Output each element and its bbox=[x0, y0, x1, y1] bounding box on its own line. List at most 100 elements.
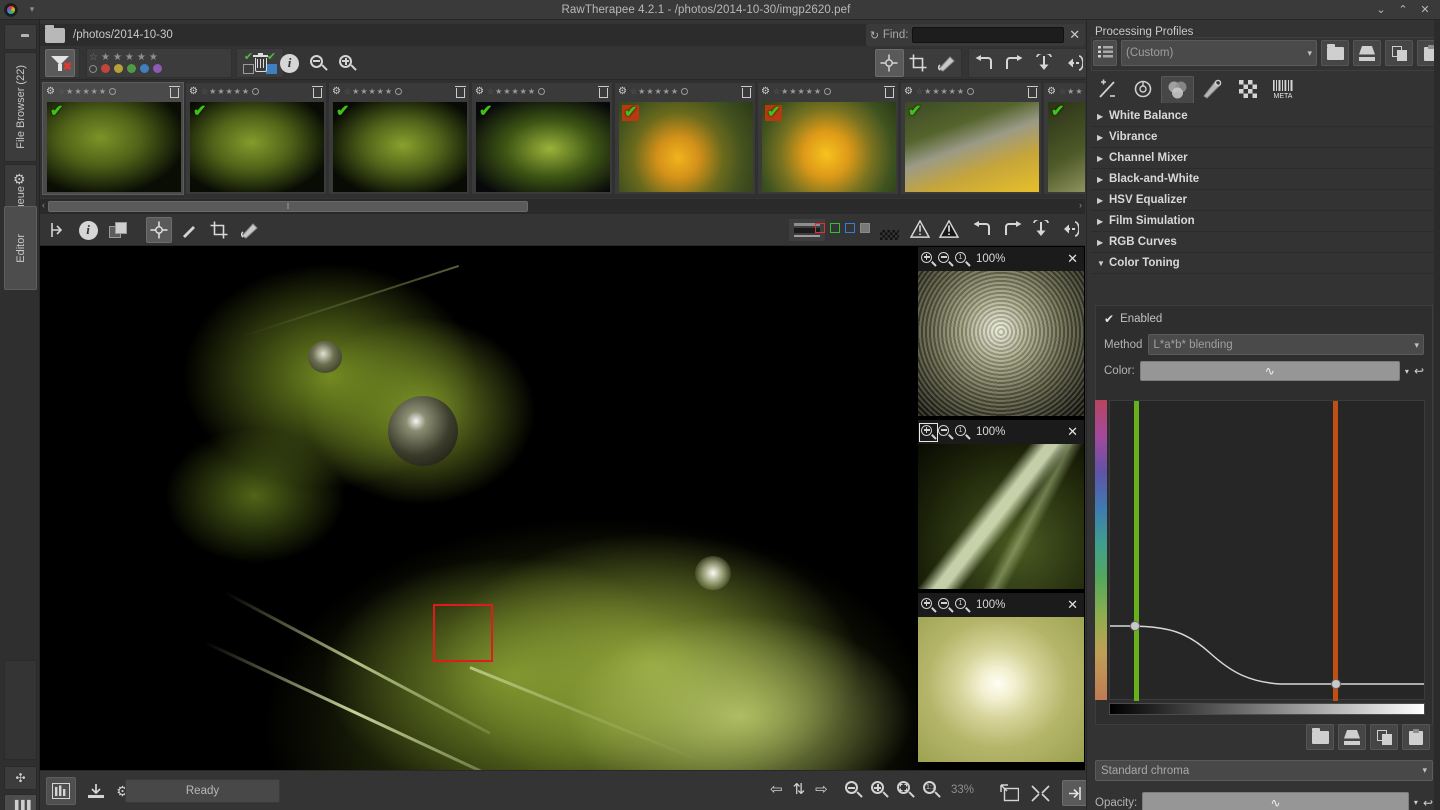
list-item[interactable]: ⚙ ☆★★★★★ ✔ bbox=[757, 82, 899, 195]
trash-icon[interactable] bbox=[598, 86, 609, 98]
section-black-and-white[interactable]: ▶ Black-and-White bbox=[1091, 169, 1437, 190]
detail-window-2[interactable]: 1 100% ✕ bbox=[917, 419, 1085, 589]
list-item[interactable]: ⚙ ☆★★★★★ ✔ bbox=[42, 82, 184, 195]
channel-r-toggle[interactable] bbox=[815, 223, 825, 233]
zoom-100-icon[interactable]: 1 bbox=[955, 252, 970, 267]
hide-right-panel-button[interactable] bbox=[1062, 780, 1088, 806]
chevron-left-icon[interactable]: ‹ bbox=[42, 200, 45, 210]
gear-icon[interactable]: ⚙ bbox=[1047, 87, 1056, 97]
color-label-icon[interactable] bbox=[967, 88, 974, 95]
close-icon[interactable]: ✕ bbox=[1067, 597, 1081, 613]
rating-filter-3[interactable]: ★ bbox=[125, 53, 134, 63]
trash-icon[interactable] bbox=[455, 86, 466, 98]
zoom-to-fit-button[interactable] bbox=[897, 781, 914, 798]
sidebar-item-editor[interactable]: Editor bbox=[4, 206, 37, 290]
histogram-panel-button[interactable] bbox=[46, 777, 76, 805]
search-input[interactable] bbox=[912, 27, 1064, 43]
rotate-left-button[interactable] bbox=[972, 221, 992, 242]
shadow-clipping-button[interactable] bbox=[910, 220, 930, 243]
curve-plot-area[interactable] bbox=[1109, 400, 1425, 700]
list-item[interactable]: ⚙ ☆★★★★★ ✔ bbox=[900, 82, 1042, 195]
color-label-red[interactable] bbox=[101, 64, 110, 73]
channel-g-toggle[interactable] bbox=[830, 223, 840, 233]
gear-icon[interactable]: ⚙ bbox=[46, 87, 55, 97]
navigator-toggle-button[interactable]: ✣ bbox=[4, 766, 37, 790]
close-button[interactable]: ✕ bbox=[1414, 0, 1436, 20]
color-label-none[interactable] bbox=[89, 65, 97, 73]
trash-icon[interactable] bbox=[884, 86, 895, 98]
section-rgb-curves[interactable]: ▶ RGB Curves bbox=[1091, 232, 1437, 253]
color-label-purple[interactable] bbox=[153, 64, 162, 73]
gear-icon[interactable]: ⚙ bbox=[475, 87, 484, 97]
before-after-button[interactable] bbox=[103, 216, 133, 244]
color-label-blue[interactable] bbox=[140, 64, 149, 73]
rating-filter-1[interactable]: ★ bbox=[101, 53, 110, 63]
section-color-toning[interactable]: ▼ Color Toning bbox=[1091, 253, 1437, 274]
list-item[interactable]: ⚙ ☆★★★★★ ✔ bbox=[471, 82, 613, 195]
gear-icon[interactable]: ⚙ bbox=[761, 87, 770, 97]
pipette-button[interactable] bbox=[174, 216, 204, 244]
chevron-right-icon[interactable]: › bbox=[1079, 200, 1082, 210]
list-item[interactable]: ⚙ ☆★★★★★ ✔ bbox=[614, 82, 756, 195]
close-icon[interactable]: ✕ bbox=[1064, 27, 1085, 43]
zoom-out-icon[interactable] bbox=[938, 425, 953, 440]
detail-window-1[interactable]: 1 100% ✕ bbox=[917, 246, 1085, 416]
zoom-out-icon[interactable] bbox=[938, 252, 953, 267]
zoom-100-icon[interactable]: 1 bbox=[955, 425, 970, 440]
wb-picker-button[interactable] bbox=[875, 49, 904, 77]
filmstrip-scrollbar[interactable]: ‹ ‖ › bbox=[40, 199, 1085, 214]
add-detail-window-button[interactable] bbox=[1000, 784, 1019, 802]
delete-button[interactable] bbox=[246, 49, 275, 77]
flip-horizontal-button[interactable] bbox=[1061, 220, 1079, 243]
method-select[interactable]: L*a*b* blending ▾ bbox=[1148, 334, 1424, 355]
color-curve-type-button[interactable]: ∿ bbox=[1140, 361, 1400, 381]
section-vibrance[interactable]: ▶ Vibrance bbox=[1091, 127, 1437, 148]
rotate-right-button[interactable] bbox=[999, 49, 1029, 77]
fullscreen-button[interactable] bbox=[1031, 785, 1050, 802]
list-item[interactable]: ⚙ ☆★★★★★ ✔ bbox=[328, 82, 470, 195]
sync-filmstrip-button[interactable]: ⇅ bbox=[793, 782, 806, 797]
rating-filter-4[interactable]: ★ bbox=[137, 53, 146, 63]
crop-button[interactable] bbox=[904, 49, 933, 77]
channel-l-toggle[interactable] bbox=[860, 223, 870, 233]
reset-curve-icon[interactable]: ↩ bbox=[1423, 796, 1433, 810]
enabled-row[interactable]: ✔ Enabled bbox=[1096, 306, 1432, 332]
trash-icon[interactable] bbox=[312, 86, 323, 98]
rail-folder-button[interactable] bbox=[4, 24, 37, 50]
tab-exposure[interactable] bbox=[1091, 76, 1124, 103]
gear-icon[interactable]: ⚙ bbox=[189, 87, 198, 97]
chevron-down-icon[interactable]: ▾ bbox=[1405, 367, 1409, 376]
flip-vertical-button[interactable] bbox=[1032, 220, 1050, 243]
trash-icon[interactable] bbox=[169, 86, 180, 98]
gear-icon[interactable]: ⚙ bbox=[332, 87, 341, 97]
gear-icon[interactable]: ⚙ bbox=[904, 87, 913, 97]
info-button[interactable]: i bbox=[275, 49, 304, 77]
zoom-100-button[interactable]: 1:1 bbox=[923, 781, 940, 798]
copy-curve-button[interactable] bbox=[1370, 724, 1398, 750]
zoom-in-icon[interactable] bbox=[921, 425, 936, 440]
straighten-button[interactable] bbox=[932, 49, 961, 77]
color-label-icon[interactable] bbox=[824, 88, 831, 95]
minimize-button[interactable]: ⌄ bbox=[1370, 0, 1392, 20]
close-icon[interactable]: ✕ bbox=[1067, 424, 1081, 440]
flip-horizontal-button[interactable] bbox=[1059, 49, 1089, 77]
copy-profile-button[interactable] bbox=[1385, 40, 1413, 66]
detail-selection-rectangle[interactable] bbox=[433, 604, 493, 662]
sidebar-item-file-browser[interactable]: File Browser (22) bbox=[4, 52, 37, 162]
zoom-100-icon[interactable]: 1 bbox=[955, 598, 970, 613]
section-hsv-equalizer[interactable]: ▶ HSV Equalizer bbox=[1091, 190, 1437, 211]
next-image-button[interactable]: ⇨ bbox=[815, 782, 828, 797]
history-toggle-button[interactable]: ▐▐▐ bbox=[4, 794, 37, 810]
refresh-icon[interactable]: ↻ bbox=[866, 29, 883, 42]
straighten-button[interactable] bbox=[234, 216, 264, 244]
reset-curve-icon[interactable]: ↩ bbox=[1414, 364, 1424, 378]
color-label-icon[interactable] bbox=[252, 88, 259, 95]
rotate-left-button[interactable] bbox=[969, 49, 999, 77]
profile-select[interactable]: (Custom) ▾ bbox=[1121, 40, 1317, 66]
image-info-button[interactable]: i bbox=[73, 216, 103, 244]
right-panel-scrollbar[interactable] bbox=[1434, 20, 1440, 810]
flip-vertical-button[interactable] bbox=[1029, 49, 1059, 77]
channel-b-toggle[interactable] bbox=[845, 223, 855, 233]
scrollbar-thumb[interactable]: ‖ bbox=[48, 201, 528, 212]
close-icon[interactable]: ✕ bbox=[1067, 251, 1081, 267]
